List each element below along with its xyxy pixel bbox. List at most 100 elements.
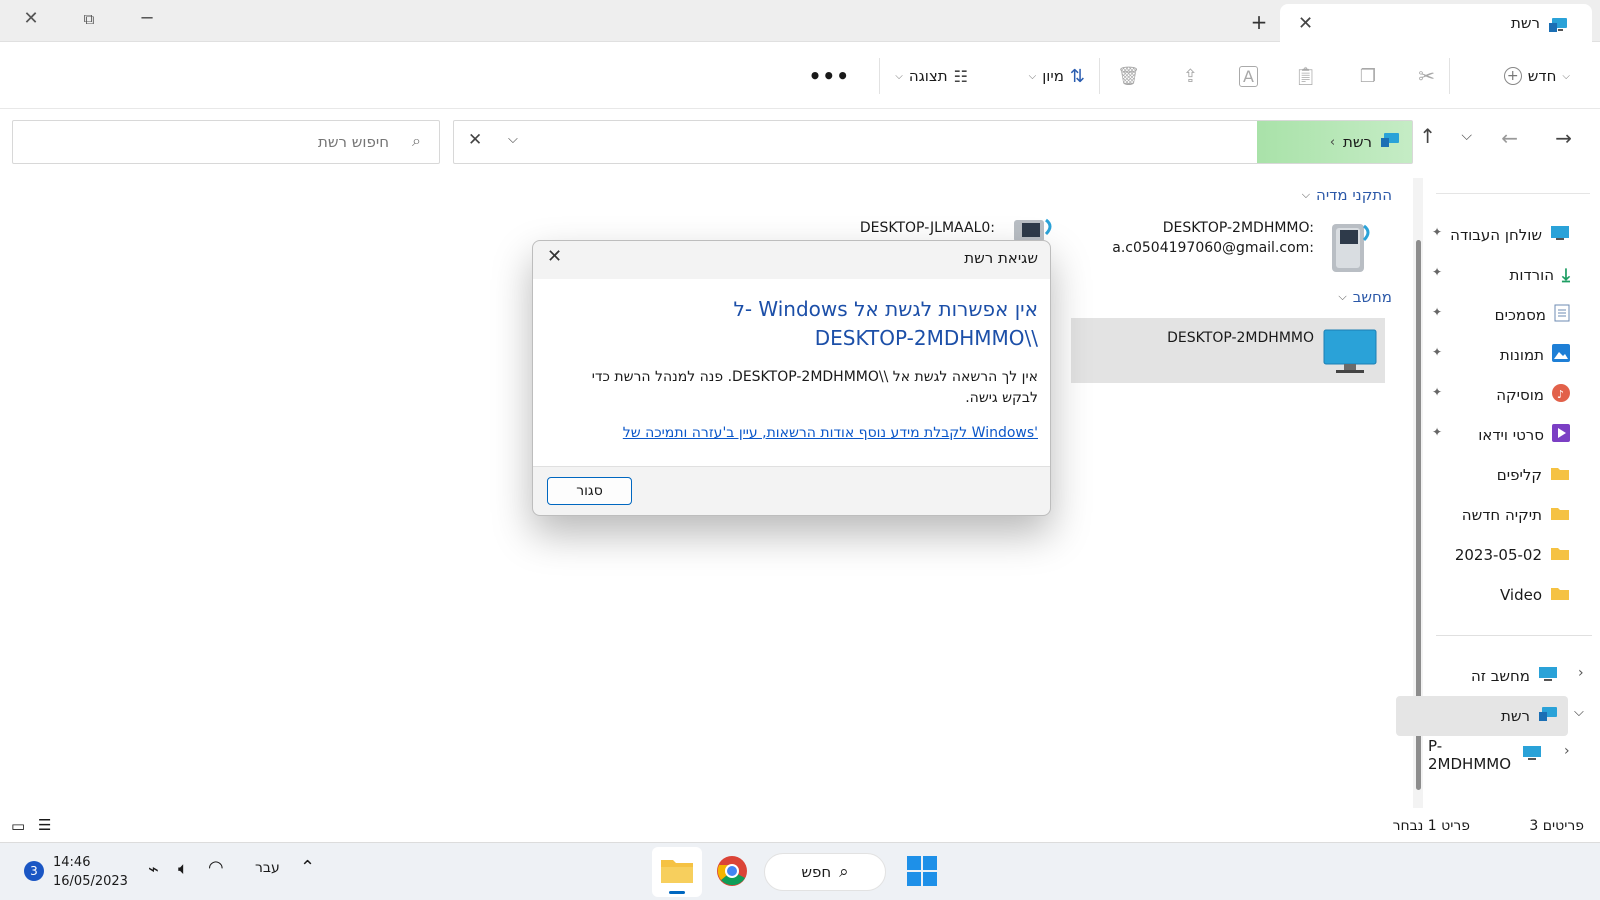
taskbar-search[interactable]: חפש ⌕ [764,853,886,891]
sidebar-item-pictures[interactable]: תמונות [1500,341,1570,369]
new-button[interactable]: + חדש ⌵ [1503,61,1570,91]
sidebar-item-2023-05-02[interactable]: 2023-05-02 [1455,541,1570,569]
chrome-icon[interactable] [716,855,748,891]
tab-close-icon[interactable]: ✕ [1298,13,1313,34]
copy-button[interactable]: ❐ [1360,61,1376,91]
recent-locations-icon[interactable]: ⌵ [1461,128,1472,144]
view-button[interactable]: ⌵ תצוגה ☷ [895,61,968,91]
tab-network[interactable]: ✕ רשת [1280,4,1592,42]
sidebar-item-videos[interactable]: סרטי וידאו [1478,421,1570,449]
sidebar-item-video[interactable]: Video [1500,581,1570,609]
close-window-icon[interactable]: ✕ [16,8,46,29]
sidebar-item-label: 2023-05-02 [1454,546,1542,564]
media-device-1[interactable]: DESKTOP-2MDHMMO: a.c0504197060@gmail.com… [1112,218,1314,258]
sidebar-item-label: שולחן העבודה [1450,226,1542,244]
cut-button[interactable]: ✂ [1418,61,1435,91]
search-input[interactable] [29,122,389,162]
sort-button[interactable]: ⌵ מיון ⇅ [1029,61,1085,91]
chevron-right-icon[interactable]: › [1564,743,1570,759]
restore-window-icon[interactable]: ⧉ [74,10,104,28]
address-row: → ← ⌵ ↑ ‹ רשת ⌵ ✕ ⌕ [0,110,1600,168]
network-icon [1538,705,1558,727]
language-indicator[interactable]: עבר [255,860,280,876]
network-icon [1380,131,1400,153]
sidebar-item-label: תמונות [1499,346,1544,364]
sidebar-item-label: הורדות [1509,266,1555,284]
wifi-icon[interactable]: ◠ [208,857,224,878]
sidebar-divider [1436,635,1592,636]
sidebar-item-network[interactable]: רשת [1501,702,1558,730]
sidebar-item-clips[interactable]: קליפים [1497,461,1570,489]
sidebar-item-label: מסמכים [1494,306,1546,324]
pin-icon: ✦ [1432,305,1443,319]
dialog-close-icon[interactable]: ✕ [547,246,562,267]
search-box[interactable]: ⌕ [12,120,440,164]
chevron-right-icon: ‹ [1329,134,1336,150]
more-options-button[interactable]: ••• [809,61,850,91]
chevron-up-icon[interactable]: ⌃ [300,857,315,878]
sidebar-item-label: קליפים [1496,466,1542,484]
details-view-icon[interactable]: ▭ [11,817,25,835]
paste-button[interactable]: 📋︎ [1294,61,1317,91]
group-header-media[interactable]: ⌵ התקני מדיה [1302,186,1392,204]
add-circle-icon: + [1503,67,1522,85]
chevron-down-icon: ⌵ [895,70,903,82]
list-view-icon[interactable]: ☰ [38,816,51,834]
up-arrow-icon[interactable]: ↑ [1419,124,1436,148]
sidebar-item-label: סרטי וידאו [1478,426,1544,444]
title-bar: ✕ ⧉ ─ + ✕ רשת [0,0,1600,42]
share-icon: ⇪ [1182,65,1198,87]
new-tab-button[interactable]: + [1244,10,1274,34]
share-button[interactable]: ⇪ [1183,61,1198,91]
start-icon[interactable] [907,856,937,890]
clock[interactable]: 14:46 16/05/2023 [53,853,128,891]
taskbar: 3 14:46 16/05/2023 ⌁ 🔈︎ ◠ עבר ⌃ חפש ⌕ [0,842,1600,900]
selected-count: פריט 1 נבחר [1392,818,1470,834]
back-arrow-icon[interactable]: → [1555,126,1572,150]
breadcrumb[interactable]: ‹ רשת [1257,121,1412,163]
forward-arrow-icon[interactable]: ← [1501,126,1518,150]
search-label: חפש [801,863,832,881]
navigation-pane: שולחן העבודה ✦ הורדות ⤓ ✦ מסמכים ✦ תמונו… [1396,175,1600,815]
time: 14:46 [53,855,91,870]
battery-icon[interactable]: ⌁ [148,859,159,880]
delete-button[interactable]: 🗑︎ [1117,61,1140,91]
notification-badge[interactable]: 3 [24,861,44,881]
close-button[interactable]: סגור [547,477,632,505]
pictures-icon [1552,344,1570,366]
sidebar-item-downloads[interactable]: הורדות ⤓ [1510,261,1570,289]
sidebar-item-desktop[interactable]: שולחן העבודה [1450,221,1570,249]
sidebar-item-documents[interactable]: מסמכים [1495,301,1570,329]
sidebar-item-desktop-2mdhmmo[interactable]: P-2MDHMMO [1428,737,1542,773]
svg-text:♪: ♪ [1557,388,1564,401]
copy-icon: ❐ [1359,65,1376,87]
minimize-window-icon[interactable]: ─ [132,8,162,29]
sort-label: מיון [1042,67,1064,85]
folder-icon [1550,465,1570,485]
sidebar-item-this-pc[interactable]: מחשב זה [1471,662,1558,690]
computer-icon [1538,666,1558,686]
dialog-message: אין לך הרשאה לגשת אל \\DESKTOP-2MDHMMO. … [591,369,1038,406]
taskbar-file-explorer[interactable] [652,847,702,897]
chevron-right-icon[interactable]: › [1578,665,1584,681]
sidebar-item-new-folder[interactable]: תיקיה חדשה [1462,501,1570,529]
volume-icon[interactable]: 🔈︎ [178,859,188,879]
breadcrumb-network[interactable]: רשת [1343,133,1372,151]
group-header-computer[interactable]: ⌵ מחשב [1338,288,1392,306]
media-device-2[interactable]: DESKTOP-JLMAAL0: [860,218,995,238]
desktop-icon [1550,225,1570,245]
help-link[interactable]: לקבלת מידע נוסף אודות הרשאות, עיין ב'עזר… [623,425,1038,441]
active-indicator [669,891,685,894]
sidebar-item-music[interactable]: מוסיקה ♪ [1496,381,1570,409]
clear-icon[interactable]: ✕ [468,130,482,150]
rename-button[interactable]: A [1239,61,1258,91]
rename-icon: A [1239,65,1258,87]
address-dropdown-icon[interactable]: ⌵ [508,132,518,147]
chevron-down-icon: ⌵ [1562,70,1570,82]
address-bar[interactable]: ‹ רשת ⌵ ✕ [453,120,1413,164]
videos-icon [1552,424,1570,446]
search-icon: ⌕ [412,131,421,150]
more-icon: ••• [808,64,850,88]
computer-item-label[interactable]: DESKTOP-2MDHMMO [1167,328,1314,348]
chevron-down-icon[interactable]: ⌵ [1574,705,1584,720]
